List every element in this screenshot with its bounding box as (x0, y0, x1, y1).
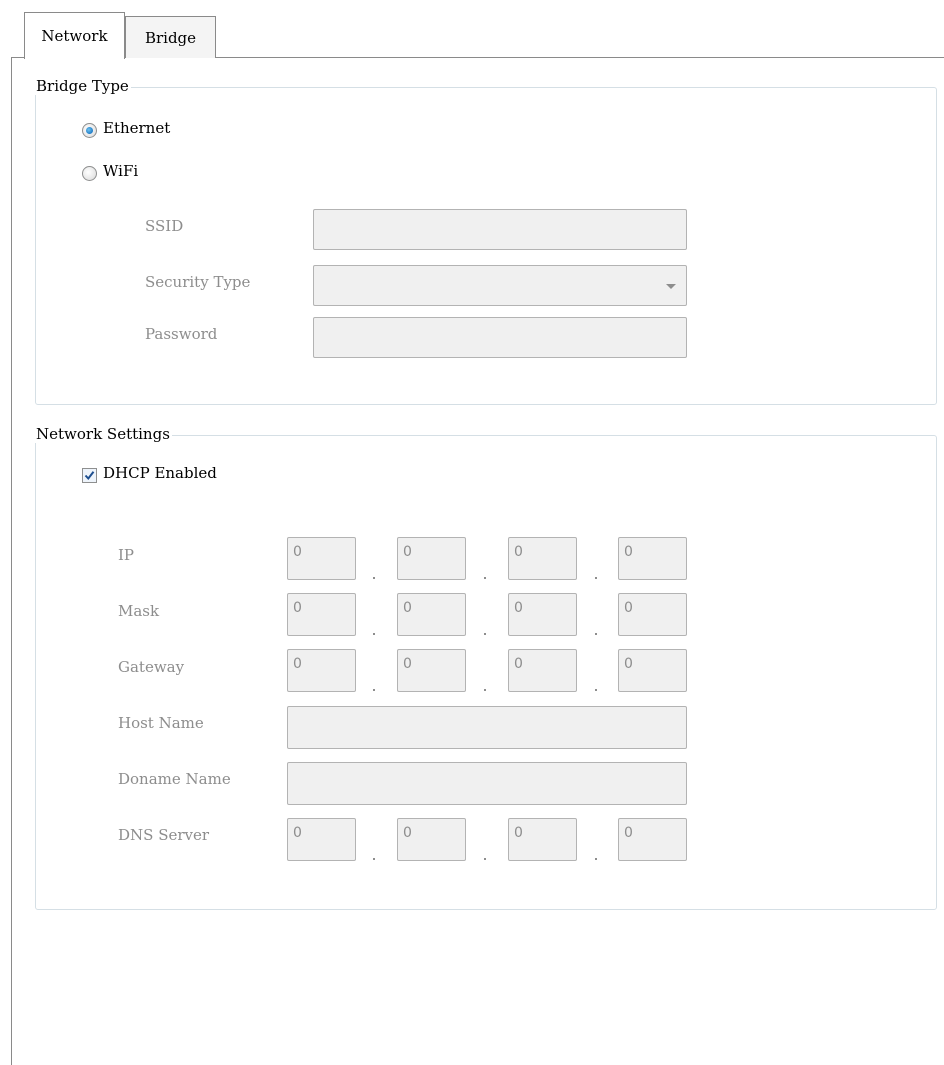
radio-selected-dot (86, 127, 93, 134)
ethernet-radio[interactable] (82, 123, 97, 138)
ip-octet-1[interactable]: 0 (287, 537, 356, 580)
tab-bridge-label: Bridge (144, 28, 197, 47)
bridge-type-legend: Bridge Type (34, 77, 131, 95)
mask-separator (484, 633, 486, 635)
wifi-label[interactable]: WiFi (103, 162, 138, 180)
mask-separator (373, 633, 375, 635)
gateway-octet-1[interactable]: 0 (287, 649, 356, 692)
mask-octet-1[interactable]: 0 (287, 593, 356, 636)
gateway-separator (595, 689, 597, 691)
mask-octet-4[interactable]: 0 (618, 593, 687, 636)
tab-bridge[interactable]: Bridge (125, 16, 216, 58)
checkmark-icon (84, 471, 95, 481)
ip-separator (484, 577, 486, 579)
security-type-select[interactable] (313, 265, 687, 306)
chevron-down-icon (666, 284, 676, 289)
dns-separator (484, 858, 486, 860)
dns-octet-2[interactable]: 0 (397, 818, 466, 861)
host-name-label: Host Name (118, 714, 204, 732)
gateway-octet-2[interactable]: 0 (397, 649, 466, 692)
mask-octet-3[interactable]: 0 (508, 593, 577, 636)
mask-separator (595, 633, 597, 635)
gateway-octet-4[interactable]: 0 (618, 649, 687, 692)
dhcp-label[interactable]: DHCP Enabled (103, 464, 217, 482)
dns-octet-1[interactable]: 0 (287, 818, 356, 861)
tab-network[interactable]: Network (24, 12, 125, 59)
active-tab-joint (25, 56, 124, 59)
ip-separator (373, 577, 375, 579)
gateway-label: Gateway (118, 658, 185, 676)
ip-octet-2[interactable]: 0 (397, 537, 466, 580)
dns-octet-3[interactable]: 0 (508, 818, 577, 861)
doname-name-label: Doname Name (118, 770, 231, 788)
dns-separator (595, 858, 597, 860)
doname-name-input[interactable] (287, 762, 687, 805)
gateway-separator (373, 689, 375, 691)
ip-separator (595, 577, 597, 579)
gateway-octet-3[interactable]: 0 (508, 649, 577, 692)
ip-octet-3[interactable]: 0 (508, 537, 577, 580)
mask-octet-2[interactable]: 0 (397, 593, 466, 636)
ethernet-label[interactable]: Ethernet (103, 119, 170, 137)
host-name-input[interactable] (287, 706, 687, 749)
password-input[interactable] (313, 317, 687, 358)
ssid-input[interactable] (313, 209, 687, 250)
dhcp-checkbox[interactable] (82, 468, 97, 483)
ip-label: IP (118, 546, 135, 564)
security-type-label: Security Type (145, 273, 251, 291)
password-label: Password (145, 325, 218, 343)
dns-separator (373, 858, 375, 860)
tab-network-label: Network (41, 27, 108, 45)
ssid-label: SSID (145, 217, 184, 235)
dns-server-label: DNS Server (118, 826, 210, 844)
network-settings-legend: Network Settings (34, 425, 172, 443)
gateway-separator (484, 689, 486, 691)
mask-label: Mask (118, 602, 160, 620)
wifi-radio[interactable] (82, 166, 97, 181)
ip-octet-4[interactable]: 0 (618, 537, 687, 580)
dns-octet-4[interactable]: 0 (618, 818, 687, 861)
